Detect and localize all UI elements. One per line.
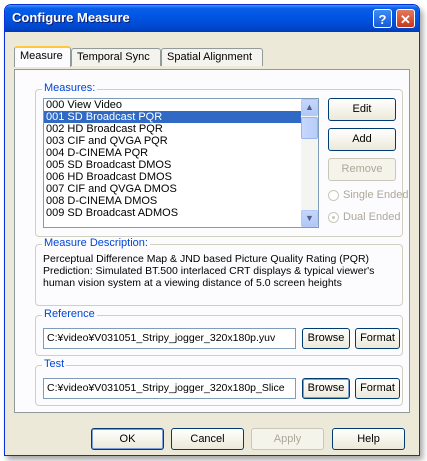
single-ended-radio-circle bbox=[328, 190, 339, 201]
scroll-down-button[interactable]: ▼ bbox=[301, 210, 318, 227]
measures-group-label: Measures: bbox=[42, 82, 98, 94]
title-bar[interactable]: Configure Measure ? ✕ bbox=[5, 5, 419, 32]
list-item[interactable]: 008 D-CINEMA DMOS bbox=[44, 195, 318, 207]
tab-temporal-sync-label: Temporal Sync bbox=[77, 51, 150, 63]
reference-format-button[interactable]: Format bbox=[355, 328, 400, 349]
configure-measure-dialog: Configure Measure ? ✕ Measure Temporal S… bbox=[4, 4, 420, 456]
close-icon[interactable]: ✕ bbox=[396, 9, 415, 28]
test-label: Test bbox=[42, 358, 67, 370]
list-item[interactable]: 007 CIF and QVGA DMOS bbox=[44, 183, 318, 195]
reference-path-field[interactable]: C:¥video¥V031051_Stripy_jogger_320x180p.… bbox=[43, 328, 296, 349]
list-scrollbar[interactable]: ▲ ▼ bbox=[301, 99, 318, 227]
add-button[interactable]: Add bbox=[328, 128, 396, 151]
measure-description-label: Measure Description: bbox=[42, 237, 150, 249]
list-item[interactable]: 006 HD Broadcast DMOS bbox=[44, 171, 318, 183]
tab-measure[interactable]: Measure bbox=[14, 46, 71, 67]
tab-measure-label: Measure bbox=[20, 50, 63, 62]
list-item[interactable]: 000 View Video bbox=[44, 99, 318, 111]
dual-ended-radio-circle bbox=[328, 212, 339, 223]
measure-description-text: Perceptual Difference Map & JND based Pi… bbox=[43, 253, 375, 289]
reference-label: Reference bbox=[42, 308, 97, 320]
window-title: Configure Measure bbox=[12, 10, 130, 25]
help-button[interactable]: Help bbox=[332, 428, 405, 450]
edit-button[interactable]: Edit bbox=[328, 98, 396, 121]
single-ended-radio[interactable]: Single Ended bbox=[328, 189, 418, 203]
tab-temporal-sync[interactable]: Temporal Sync bbox=[71, 48, 161, 66]
list-item[interactable]: 001 SD Broadcast PQR bbox=[44, 111, 318, 123]
measures-list[interactable]: 000 View Video 001 SD Broadcast PQR 002 HD… bbox=[43, 98, 319, 228]
dual-ended-label: Dual Ended bbox=[343, 211, 401, 223]
dual-ended-radio[interactable]: Dual Ended bbox=[328, 211, 418, 225]
list-item[interactable]: 002 HD Broadcast PQR bbox=[44, 123, 318, 135]
test-format-button[interactable]: Format bbox=[355, 378, 400, 399]
question-icon[interactable]: ? bbox=[373, 9, 392, 28]
scroll-thumb[interactable] bbox=[301, 117, 318, 139]
apply-button[interactable]: Apply bbox=[251, 428, 324, 450]
scroll-up-button[interactable]: ▲ bbox=[301, 99, 318, 116]
tab-spatial-alignment-label: Spatial Alignment bbox=[167, 51, 252, 63]
single-ended-label: Single Ended bbox=[343, 189, 409, 201]
list-item[interactable]: 005 SD Broadcast DMOS bbox=[44, 159, 318, 171]
remove-button[interactable]: Remove bbox=[328, 158, 396, 181]
list-item[interactable]: 009 SD Broadcast ADMOS bbox=[44, 207, 318, 219]
list-item[interactable]: 004 D-CINEMA PQR bbox=[44, 147, 318, 159]
cancel-button[interactable]: Cancel bbox=[171, 428, 244, 450]
list-item[interactable]: 003 CIF and QVGA PQR bbox=[44, 135, 318, 147]
reference-browse-button[interactable]: Browse bbox=[302, 328, 350, 349]
measures-list-items: 000 View Video 001 SD Broadcast PQR 002 HD… bbox=[44, 99, 318, 219]
test-path-field[interactable]: C:¥video¥V031051_Stripy_jogger_320x180p_… bbox=[43, 378, 296, 399]
tab-spatial-alignment[interactable]: Spatial Alignment bbox=[161, 48, 263, 66]
ok-button[interactable]: OK bbox=[91, 428, 164, 450]
test-browse-button[interactable]: Browse bbox=[302, 378, 350, 399]
